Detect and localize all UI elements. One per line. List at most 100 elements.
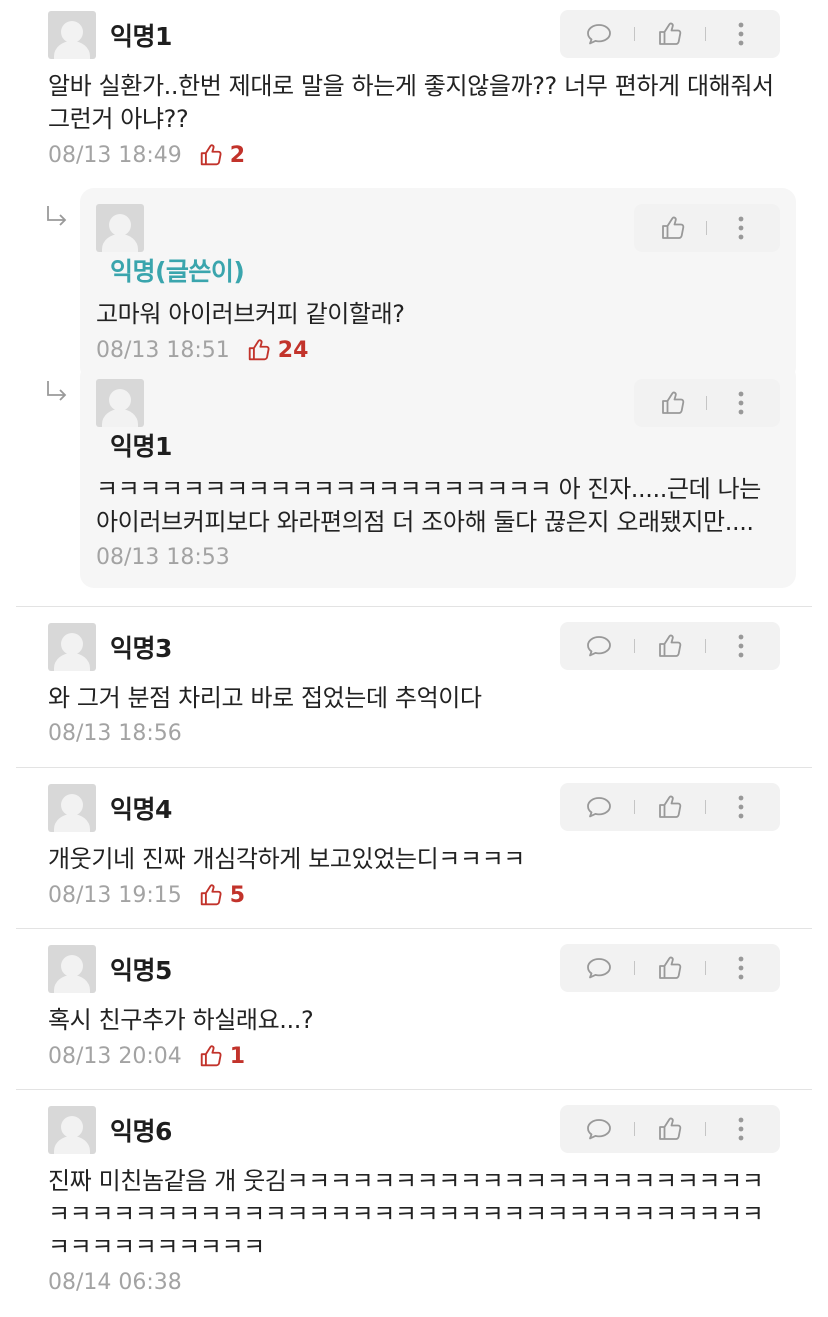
timestamp: 08/13 19:15 <box>48 882 182 908</box>
divider <box>16 1089 812 1090</box>
thumbs-up-icon[interactable] <box>650 1109 690 1149</box>
thumbs-up-icon <box>198 1043 224 1069</box>
avatar <box>96 204 144 252</box>
speech-bubble-icon[interactable] <box>579 1109 619 1149</box>
comment-toolbar <box>560 1105 780 1153</box>
avatar <box>48 1106 96 1154</box>
thumbs-up-icon <box>198 142 224 168</box>
thumbs-up-icon[interactable] <box>653 208 693 248</box>
toolbar-separator <box>704 639 706 653</box>
vertical-dots-icon[interactable] <box>721 787 761 827</box>
timestamp: 08/13 18:53 <box>96 545 230 570</box>
vertical-dots-icon[interactable] <box>721 1109 761 1149</box>
comment-meta: 08/13 19:15 5 <box>48 882 780 908</box>
comment-meta: 08/13 20:04 1 <box>48 1043 780 1069</box>
toolbar-separator <box>634 1122 636 1136</box>
thumbs-up-icon[interactable] <box>653 383 693 423</box>
vertical-dots-icon[interactable] <box>721 383 761 423</box>
comment-text: 혹시 친구추가 하실래요...? <box>48 1006 314 1034</box>
avatar <box>48 784 96 832</box>
thumbs-up-icon <box>198 882 224 908</box>
author-name: 익명3 <box>110 634 172 663</box>
vertical-dots-icon[interactable] <box>721 14 761 54</box>
timestamp: 08/14 06:38 <box>48 1270 182 1295</box>
timestamp: 08/13 18:51 <box>96 337 230 363</box>
speech-bubble-icon[interactable] <box>579 14 619 54</box>
comment-meta: 08/13 18:53 <box>96 545 780 570</box>
author-name: 익명(글쓴이) <box>110 257 245 286</box>
vertical-dots-icon[interactable] <box>721 948 761 988</box>
comment-toolbar <box>634 379 780 427</box>
speech-bubble-icon[interactable] <box>579 948 619 988</box>
toolbar-separator <box>704 1122 706 1136</box>
avatar <box>48 945 96 993</box>
avatar <box>48 11 96 59</box>
thumbs-up-icon <box>246 337 272 363</box>
comment-meta: 08/13 18:56 <box>48 721 780 746</box>
comment-meta: 08/13 18:51 24 <box>96 337 780 363</box>
comment-body: 익명3 와 그거 분점 차리고 바로 접었는데 추억이다 08/13 18:56 <box>0 622 828 746</box>
thumbs-up-icon[interactable] <box>650 787 690 827</box>
comment-toolbar <box>634 204 780 252</box>
like-count: 5 <box>198 882 245 908</box>
divider <box>16 606 812 607</box>
thumbs-up-icon[interactable] <box>650 948 690 988</box>
comment-toolbar <box>560 10 780 58</box>
comment-body: 익명1 알바 실환가..한번 제대로 말을 하는게 좋지않을까?? 너무 편하게… <box>0 10 828 168</box>
comment: 익명1 알바 실환가..한번 제대로 말을 하는게 좋지않을까?? 너무 편하게… <box>0 10 828 168</box>
reply-arrow-icon <box>44 379 70 407</box>
author-name: 익명5 <box>110 956 172 985</box>
toolbar-separator <box>634 800 636 814</box>
comment-toolbar <box>560 783 780 831</box>
comment-text: 와 그거 분점 차리고 바로 접었는데 추억이다 <box>48 684 482 712</box>
like-count: 24 <box>246 337 309 363</box>
like-count-value: 1 <box>229 1043 246 1069</box>
comment-text: 진짜 미친놈같음 개 웃김ㅋㅋㅋㅋㅋㅋㅋㅋㅋㅋㅋㅋㅋㅋㅋㅋㅋㅋㅋㅋㅋㅋㅋㅋㅋㅋㅋ… <box>48 1167 764 1261</box>
comment-meta: 08/13 18:49 2 <box>48 142 780 168</box>
reply: 익명1 ㅋㅋㅋㅋㅋㅋㅋㅋㅋㅋㅋㅋㅋㅋㅋㅋㅋㅋㅋㅋㅋ 아 진자.....근데 나는… <box>0 363 828 588</box>
like-count: 2 <box>198 142 245 168</box>
toolbar-separator <box>706 396 708 410</box>
like-count: 1 <box>198 1043 245 1069</box>
thumbs-up-icon[interactable] <box>650 626 690 666</box>
toolbar-separator <box>704 800 706 814</box>
toolbar-separator <box>634 639 636 653</box>
comment: 익명5 혹시 친구추가 하실래요...? 08/13 20:04 1 <box>0 944 828 1069</box>
reply-card: 익명(글쓴이) 고마워 아이러브커피 같이할래? 08/13 18:51 24 <box>80 188 796 381</box>
thumbs-up-icon[interactable] <box>650 14 690 54</box>
toolbar-separator <box>634 961 636 975</box>
vertical-dots-icon[interactable] <box>721 626 761 666</box>
toolbar-separator <box>634 27 636 41</box>
like-count-value: 2 <box>229 142 246 168</box>
toolbar-separator <box>704 27 706 41</box>
author-name: 익명1 <box>110 22 172 51</box>
divider <box>16 928 812 929</box>
speech-bubble-icon[interactable] <box>579 787 619 827</box>
vertical-dots-icon[interactable] <box>721 208 761 248</box>
reply-arrow-icon <box>44 204 70 232</box>
speech-bubble-icon[interactable] <box>579 626 619 666</box>
comment-text: ㅋㅋㅋㅋㅋㅋㅋㅋㅋㅋㅋㅋㅋㅋㅋㅋㅋㅋㅋㅋㅋ 아 진자.....근데 나는 아이러… <box>96 475 761 536</box>
comment-toolbar <box>560 622 780 670</box>
comment-body: 익명5 혹시 친구추가 하실래요...? 08/13 20:04 1 <box>0 944 828 1069</box>
comment: 익명3 와 그거 분점 차리고 바로 접었는데 추억이다 08/13 18:56 <box>0 622 828 746</box>
like-count-value: 5 <box>229 882 246 908</box>
comment: 익명4 개웃기네 진짜 개심각하게 보고있었는디ㅋㅋㅋㅋ 08/13 19:15… <box>0 783 828 908</box>
comment-text: 개웃기네 진짜 개심각하게 보고있었는디ㅋㅋㅋㅋ <box>48 845 525 873</box>
divider <box>16 767 812 768</box>
reply-card: 익명1 ㅋㅋㅋㅋㅋㅋㅋㅋㅋㅋㅋㅋㅋㅋㅋㅋㅋㅋㅋㅋㅋ 아 진자.....근데 나는… <box>80 363 796 588</box>
reply: 익명(글쓴이) 고마워 아이러브커피 같이할래? 08/13 18:51 24 <box>0 188 828 381</box>
comment-toolbar <box>560 944 780 992</box>
toolbar-separator <box>704 961 706 975</box>
timestamp: 08/13 18:49 <box>48 142 182 168</box>
like-count-value: 24 <box>277 337 309 363</box>
author-name: 익명4 <box>110 795 172 824</box>
toolbar-separator <box>706 221 708 235</box>
timestamp: 08/13 20:04 <box>48 1043 182 1069</box>
comment-body: 익명4 개웃기네 진짜 개심각하게 보고있었는디ㅋㅋㅋㅋ 08/13 19:15… <box>0 783 828 908</box>
comment-body: 익명6 진짜 미친놈같음 개 웃김ㅋㅋㅋㅋㅋㅋㅋㅋㅋㅋㅋㅋㅋㅋㅋㅋㅋㅋㅋㅋㅋㅋㅋ… <box>0 1105 828 1295</box>
timestamp: 08/13 18:56 <box>48 721 182 746</box>
author-name: 익명1 <box>110 432 172 461</box>
author-name: 익명6 <box>110 1117 172 1146</box>
comment-meta: 08/14 06:38 <box>48 1270 780 1295</box>
